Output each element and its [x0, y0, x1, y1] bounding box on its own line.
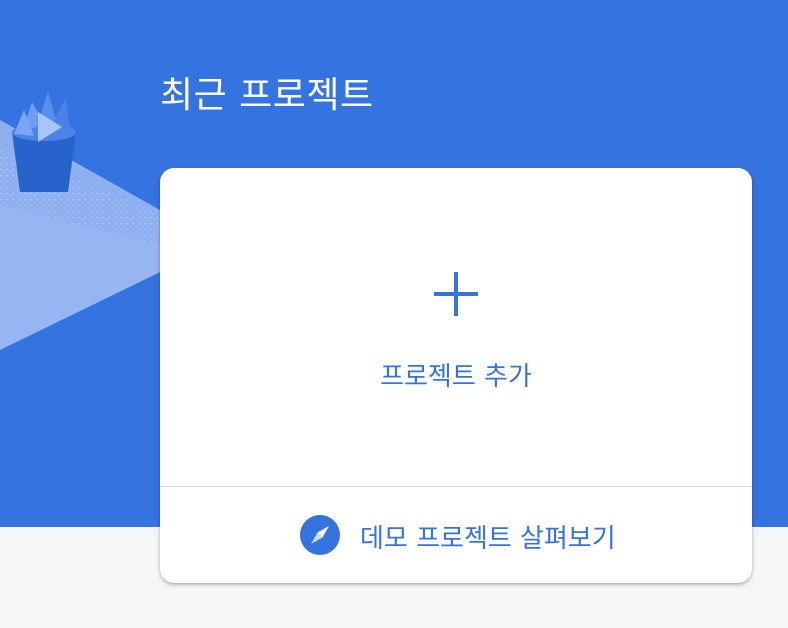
- explore-demo-project-label: 데모 프로젝트 살펴보기: [360, 524, 616, 554]
- trash-bin-icon: [12, 92, 76, 192]
- add-project-label: 프로젝트 추가: [380, 362, 532, 392]
- explore-demo-project-button[interactable]: 데모 프로젝트 살펴보기: [160, 487, 752, 583]
- page: 최근 프로젝트 프로젝트 추가 데모 프로젝트 살펴보기: [0, 0, 788, 628]
- page-title: 최근 프로젝트: [160, 75, 374, 116]
- compass-icon: [300, 515, 340, 555]
- plus-icon: [434, 272, 478, 316]
- add-project-button[interactable]: 프로젝트 추가: [160, 168, 752, 486]
- projects-card: 프로젝트 추가 데모 프로젝트 살펴보기: [160, 168, 752, 583]
